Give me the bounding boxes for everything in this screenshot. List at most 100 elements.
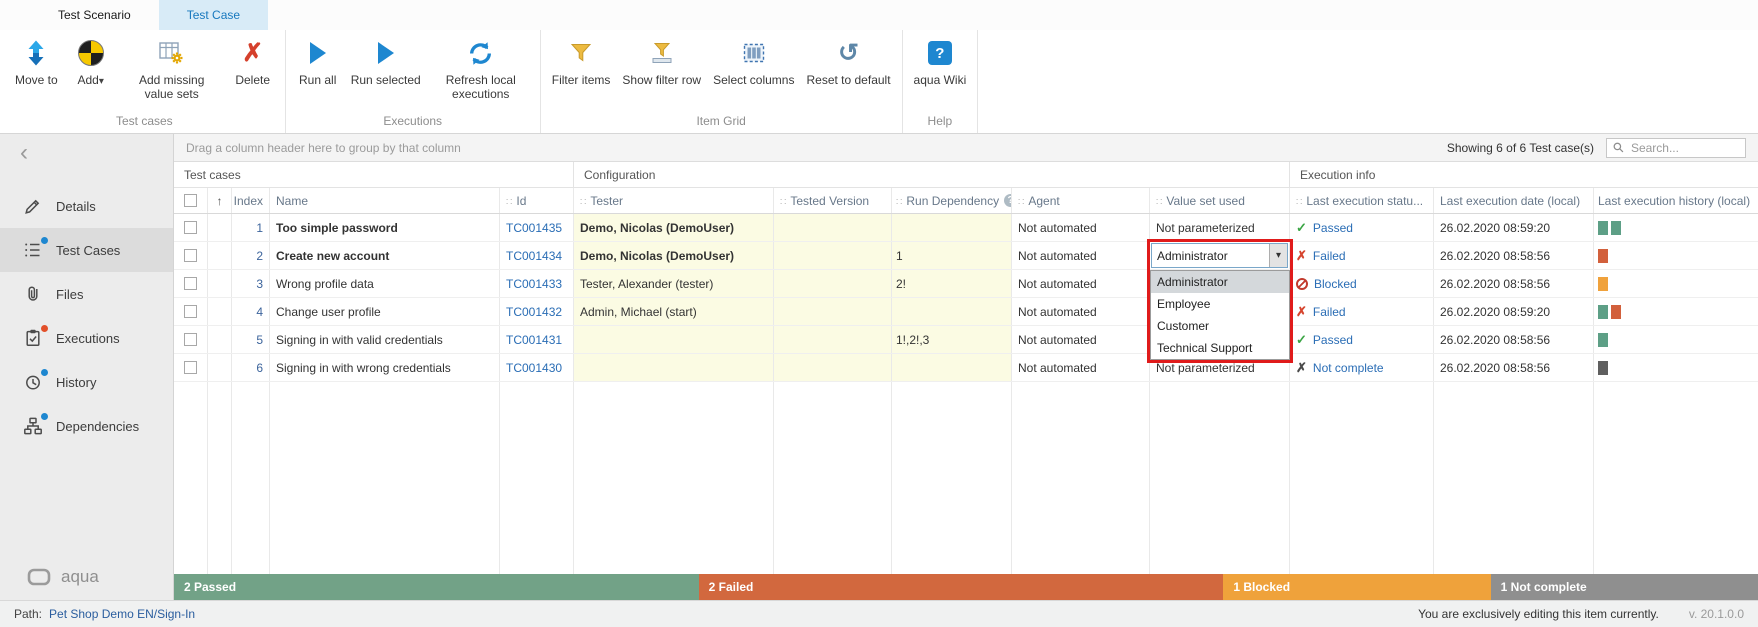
run-dependency-cell[interactable] [892, 354, 1012, 381]
run-all-icon [307, 35, 329, 71]
tested-version-cell[interactable] [774, 242, 892, 269]
help-icon[interactable] [1004, 194, 1012, 207]
run-dependency-cell[interactable]: 1 [892, 242, 1012, 269]
column-group-configuration[interactable]: Configuration [574, 162, 1290, 187]
sort-indicator-column[interactable] [208, 188, 232, 213]
status-link[interactable]: Passed [1313, 221, 1353, 235]
filter-items-button[interactable]: Filter items [546, 32, 617, 87]
path-value[interactable]: Pet Shop Demo EN/Sign-In [49, 607, 195, 621]
tester-cell[interactable] [574, 354, 774, 381]
sidebar-item-executions[interactable]: Executions [0, 316, 173, 360]
tab-test-case[interactable]: Test Case [159, 0, 268, 30]
tester-cell[interactable]: Admin, Michael (start) [574, 298, 774, 325]
tested-version-cell[interactable] [774, 326, 892, 353]
tested-version-cell[interactable] [774, 214, 892, 241]
add-button[interactable]: Add [64, 32, 118, 87]
column-header-last-execution-history[interactable]: Last execution history (local) [1594, 188, 1758, 213]
tester-cell[interactable] [574, 326, 774, 353]
table-row[interactable]: 5 Signing in with valid credentials TC00… [174, 326, 1758, 354]
status-link[interactable]: Blocked [1314, 277, 1357, 291]
value-set-combobox[interactable]: Administrator [1151, 243, 1288, 268]
add-missing-value-sets-button[interactable]: Add missing value sets [118, 32, 226, 101]
tested-version-cell[interactable] [774, 298, 892, 325]
column-header-value-set[interactable]: Value set used [1150, 188, 1290, 213]
run-dependency-cell[interactable]: 2! [892, 270, 1012, 297]
column-group-test-cases[interactable]: Test cases [174, 162, 574, 187]
show-filter-row-button[interactable]: Show filter row [616, 32, 707, 87]
drag-handle-icon[interactable] [1156, 194, 1162, 208]
column-header-tested-version[interactable]: Tested Version [774, 188, 892, 213]
tab-test-scenario[interactable]: Test Scenario [30, 0, 159, 30]
sidebar-item-dependencies[interactable]: Dependencies [0, 404, 173, 448]
tester-cell[interactable]: Demo, Nicolas (DemoUser) [574, 242, 774, 269]
test-case-id-link[interactable]: TC001432 [506, 305, 562, 319]
test-case-id-link[interactable]: TC001434 [506, 249, 562, 263]
row-checkbox[interactable] [174, 270, 208, 297]
sidebar-item-test-cases[interactable]: Test Cases [0, 228, 173, 272]
column-header-last-execution-date[interactable]: Last execution date (local) [1434, 188, 1594, 213]
drag-handle-icon[interactable] [1018, 194, 1024, 208]
dropdown-option[interactable]: Technical Support [1151, 337, 1289, 359]
table-row[interactable]: 6 Signing in with wrong credentials TC00… [174, 354, 1758, 382]
select-all-checkbox[interactable] [174, 188, 208, 213]
status-link[interactable]: Passed [1313, 333, 1353, 347]
status-link[interactable]: Failed [1313, 249, 1346, 263]
column-header-id[interactable]: Id [500, 188, 574, 213]
search-input[interactable] [1629, 140, 1739, 156]
column-header-agent[interactable]: Agent [1012, 188, 1150, 213]
run-dependency-cell[interactable] [892, 298, 1012, 325]
row-checkbox[interactable] [174, 354, 208, 381]
row-checkbox[interactable] [174, 242, 208, 269]
table-row[interactable]: 4 Change user profile TC001432 Admin, Mi… [174, 298, 1758, 326]
search-box [1606, 138, 1746, 158]
column-header-run-dependency[interactable]: Run Dependency [892, 188, 1012, 213]
column-header-tester[interactable]: Tester [574, 188, 774, 213]
chevron-down-icon[interactable] [1269, 244, 1287, 267]
row-checkbox[interactable] [174, 214, 208, 241]
refresh-local-executions-button[interactable]: Refresh local executions [427, 32, 535, 101]
drag-handle-icon[interactable] [780, 194, 786, 208]
run-dependency-cell[interactable]: 1!,2!,3 [892, 326, 1012, 353]
table-row[interactable]: 2 Create new account TC001434 Demo, Nico… [174, 242, 1758, 270]
tested-version-cell[interactable] [774, 354, 892, 381]
sidebar-item-files[interactable]: Files [0, 272, 173, 316]
row-checkbox[interactable] [174, 326, 208, 353]
drag-handle-icon[interactable] [506, 194, 512, 208]
run-selected-button[interactable]: Run selected [345, 32, 427, 87]
collapse-sidebar-button[interactable] [0, 134, 173, 172]
run-dependency-cell[interactable] [892, 214, 1012, 241]
dropdown-option[interactable]: Administrator [1151, 271, 1289, 293]
drag-handle-icon[interactable] [1296, 194, 1302, 208]
run-all-button[interactable]: Run all [291, 32, 345, 87]
aqua-wiki-button[interactable]: aqua Wiki [908, 32, 973, 87]
move-to-button[interactable]: Move to [9, 32, 64, 87]
column-header-index[interactable]: Index [232, 188, 270, 213]
select-columns-button[interactable]: Select columns [707, 32, 800, 87]
test-case-id-link[interactable]: TC001431 [506, 333, 562, 347]
table-row[interactable]: 1 Too simple password TC001435 Demo, Nic… [174, 214, 1758, 242]
checkbox-icon [184, 305, 197, 318]
status-icon [1296, 361, 1307, 374]
table-row[interactable]: 3 Wrong profile data TC001433 Tester, Al… [174, 270, 1758, 298]
drag-handle-icon[interactable] [580, 194, 586, 208]
dropdown-option[interactable]: Employee [1151, 293, 1289, 315]
drag-handle-icon[interactable] [896, 194, 902, 208]
test-case-id-link[interactable]: TC001430 [506, 361, 562, 375]
status-link[interactable]: Failed [1313, 305, 1346, 319]
dropdown-option[interactable]: Customer [1151, 315, 1289, 337]
tested-version-cell[interactable] [774, 270, 892, 297]
tester-cell[interactable]: Tester, Alexander (tester) [574, 270, 774, 297]
tester-cell[interactable]: Demo, Nicolas (DemoUser) [574, 214, 774, 241]
sidebar-item-details[interactable]: Details [0, 184, 173, 228]
status-link[interactable]: Not complete [1313, 361, 1384, 375]
date-cell: 26.02.2020 08:58:56 [1434, 326, 1594, 353]
test-case-id-link[interactable]: TC001435 [506, 221, 562, 235]
delete-button[interactable]: Delete [226, 32, 280, 87]
sidebar-item-history[interactable]: History [0, 360, 173, 404]
reset-to-default-button[interactable]: Reset to default [800, 32, 896, 87]
column-header-name[interactable]: Name [270, 188, 500, 213]
column-group-execution-info[interactable]: Execution info [1290, 162, 1758, 187]
row-checkbox[interactable] [174, 298, 208, 325]
column-header-last-execution-status[interactable]: Last execution statu... [1290, 188, 1434, 213]
test-case-id-link[interactable]: TC001433 [506, 277, 562, 291]
